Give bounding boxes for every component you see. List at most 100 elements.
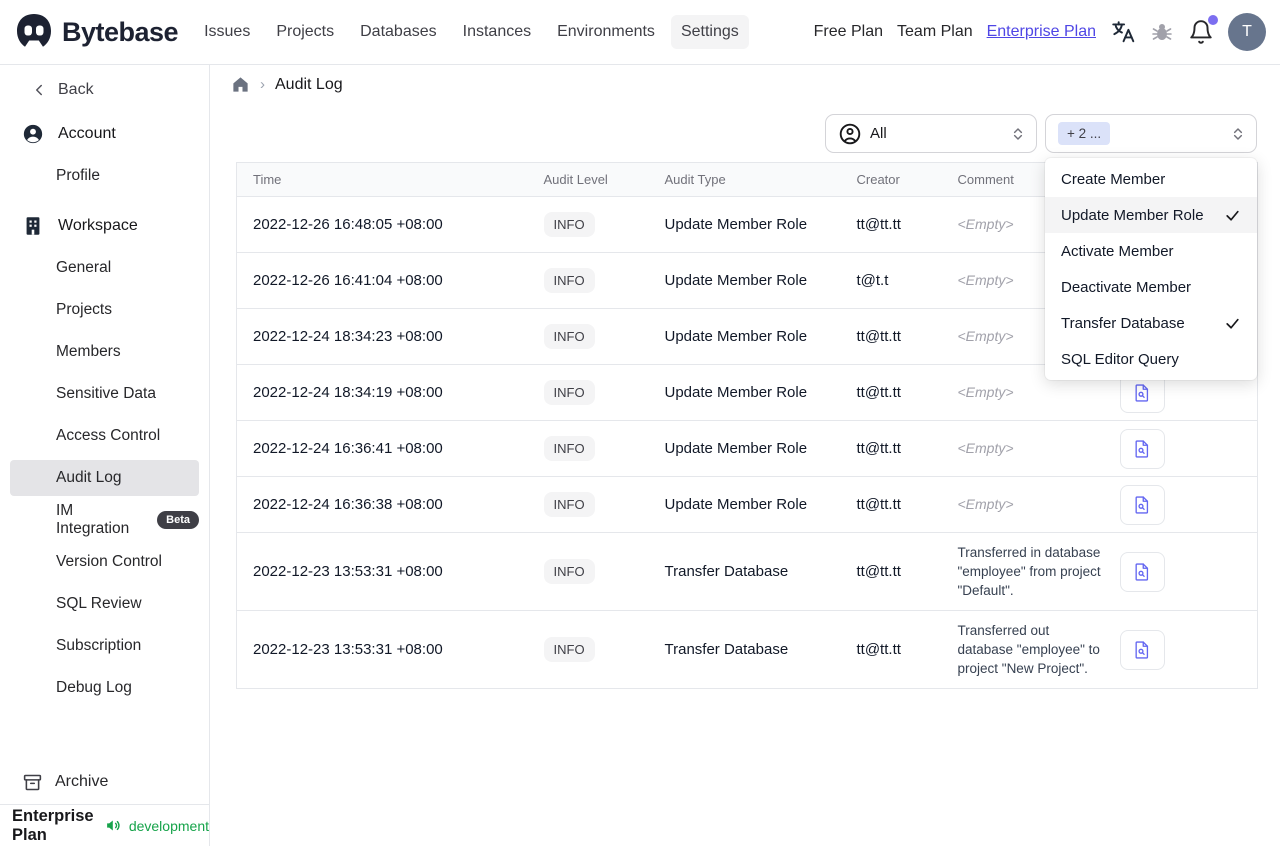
translate-icon[interactable] <box>1110 19 1136 45</box>
nav-link[interactable]: Settings <box>670 15 749 49</box>
nav-link[interactable]: Projects <box>266 15 344 49</box>
sidebar-item[interactable]: Debug Log <box>10 670 199 706</box>
bell-icon[interactable] <box>1188 15 1218 45</box>
sidebar-item-label: Subscription <box>56 637 142 654</box>
sidebar-item[interactable]: IM Integration Beta <box>10 502 199 538</box>
plan-link[interactable]: Free Plan <box>814 23 883 41</box>
info-badge: INFO <box>543 324 595 349</box>
actions-cell <box>1103 610 1258 689</box>
audit-type-filter-dropdown[interactable]: + 2 ... <box>1045 114 1257 153</box>
type-filter-tag: + 2 ... <box>1058 122 1111 145</box>
menu-item[interactable]: Deactivate Member <box>1045 269 1257 305</box>
sidebar-item-label: Access Control <box>56 427 161 444</box>
audit-type-cell: Transfer Database <box>648 610 841 689</box>
view-payload-button[interactable] <box>1119 428 1165 469</box>
archive-button[interactable]: Archive <box>0 760 209 804</box>
audit-type-cell: Update Member Role <box>648 364 841 421</box>
sidebar-item-label: Projects <box>56 301 112 318</box>
environment-label: development <box>128 817 209 834</box>
comment-cell: <Empty> <box>941 476 1104 533</box>
audit-type-cell: Update Member Role <box>648 252 841 309</box>
comment-cell: Transferred in database "employee" from … <box>941 532 1104 611</box>
audit-level-cell: INFO <box>527 252 649 309</box>
beta-badge: Beta <box>157 511 199 529</box>
sidebar-item[interactable]: Sensitive Data <box>10 376 199 412</box>
menu-item[interactable]: Activate Member <box>1045 233 1257 269</box>
sidebar-item-label: Members <box>56 343 121 360</box>
sidebar-item[interactable]: Projects <box>10 292 199 328</box>
actions-cell <box>1103 532 1258 611</box>
view-payload-button[interactable] <box>1119 484 1165 525</box>
nav-link[interactable]: Instances <box>453 15 541 49</box>
chevron-right-icon: › <box>260 76 265 93</box>
sidebar-item[interactable]: Members <box>10 334 199 370</box>
bytebase-logo-icon <box>14 12 54 52</box>
plan-link[interactable]: Team Plan <box>897 23 973 41</box>
nav-link[interactable]: Issues <box>194 15 260 49</box>
creator-filter-dropdown[interactable]: All <box>825 114 1037 153</box>
time-cell: 2022-12-26 16:48:05 +08:00 <box>253 216 443 233</box>
bug-icon[interactable] <box>1150 20 1174 44</box>
notification-dot <box>1208 15 1218 25</box>
column-header-creator: Creator <box>840 162 942 197</box>
audit-type-cell: Update Member Role <box>648 476 841 533</box>
view-payload-button[interactable] <box>1119 629 1165 670</box>
time-cell: 2022-12-24 18:34:23 +08:00 <box>236 308 528 365</box>
comment-cell: <Empty> <box>941 420 1104 477</box>
file-search-icon <box>1135 640 1149 659</box>
nav-link[interactable]: Environments <box>547 15 665 49</box>
menu-item[interactable]: SQL Editor Query <box>1045 341 1257 377</box>
menu-item[interactable]: Update Member Role <box>1045 197 1257 233</box>
audit-level-cell: INFO <box>527 610 649 689</box>
sidebar-item[interactable]: Version Control <box>10 544 199 580</box>
sidebar-item-profile[interactable]: Profile <box>10 158 199 194</box>
speaker-icon[interactable] <box>105 817 122 834</box>
back-button[interactable]: Back <box>0 65 209 105</box>
sidebar-item[interactable]: SQL Review <box>10 586 199 622</box>
file-search-icon <box>1135 495 1149 514</box>
selector-chevrons-icon <box>1230 126 1246 142</box>
time-cell: 2022-12-23 13:53:31 +08:00 <box>236 532 528 611</box>
info-badge: INFO <box>543 380 595 405</box>
file-search-icon <box>1135 562 1149 581</box>
audit-level-cell: INFO <box>527 420 649 477</box>
info-badge: INFO <box>543 637 595 662</box>
plan-bar: Enterprise Plan development <box>0 804 209 846</box>
creator-cell: tt@tt.tt <box>840 308 942 365</box>
page-title: Audit Log <box>275 75 343 93</box>
audit-level-cell: INFO <box>527 476 649 533</box>
audit-type-cell: Update Member Role <box>648 420 841 477</box>
creator-cell: tt@tt.tt <box>840 364 942 421</box>
nav-link[interactable]: Databases <box>350 15 447 49</box>
creator-cell: t@t.t <box>840 252 942 309</box>
sidebar-item-label: IM Integration <box>56 502 130 537</box>
navbar-right: Free Plan Team Plan Enterprise Plan T <box>814 13 1266 51</box>
file-search-icon <box>1135 439 1149 458</box>
audit-type-cell: Transfer Database <box>648 532 841 611</box>
menu-item[interactable]: Create Member <box>1045 161 1257 197</box>
home-icon[interactable] <box>231 75 250 94</box>
sidebar-item[interactable]: Access Control <box>10 418 199 454</box>
creator-cell: tt@tt.tt <box>856 216 901 233</box>
menu-item-label: Update Member Role <box>1061 206 1204 224</box>
info-badge: INFO <box>543 492 595 517</box>
column-header-audit-type: Audit Type <box>648 162 841 197</box>
column-header-audit-level: Audit Level <box>527 162 649 197</box>
view-payload-button[interactable] <box>1119 551 1165 592</box>
sidebar-item[interactable]: General <box>10 250 199 286</box>
sidebar-item[interactable]: Audit Log <box>10 460 199 496</box>
time-cell: 2022-12-26 16:41:04 +08:00 <box>236 252 528 309</box>
breadcrumb: › Audit Log <box>231 75 343 94</box>
menu-item[interactable]: Transfer Database <box>1045 305 1257 341</box>
top-navbar: Bytebase Issues Projects Databases Insta… <box>0 0 1280 65</box>
avatar[interactable]: T <box>1228 13 1266 51</box>
current-plan-label: Enterprise Plan <box>12 806 94 844</box>
audit-level-cell: INFO <box>527 532 649 611</box>
main-content: › Audit Log All + 2 ... Time Audit Level… <box>210 65 1280 846</box>
plan-link[interactable]: Enterprise Plan <box>987 23 1096 41</box>
bytebase-logo[interactable]: Bytebase <box>14 12 179 52</box>
sidebar-item[interactable]: Subscription <box>10 628 199 664</box>
sidebar-item-label: Audit Log <box>56 469 122 486</box>
audit-level-cell: INFO <box>527 308 649 365</box>
menu-item-label: Transfer Database <box>1061 314 1185 332</box>
